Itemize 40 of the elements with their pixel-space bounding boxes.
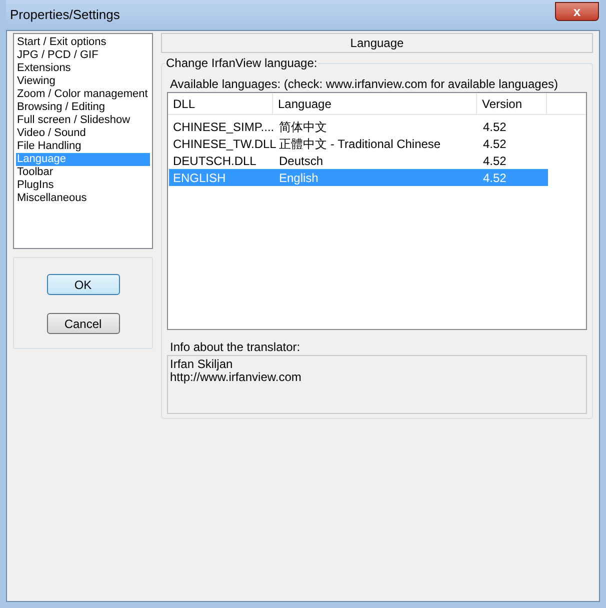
page-title: Language	[350, 35, 404, 52]
info-label: Info about the translator:	[169, 341, 302, 354]
category-item[interactable]: Full screen / Slideshow	[16, 114, 150, 127]
table-cell-text: 正體中文 - Traditional Chinese	[278, 136, 442, 152]
info-text: http://www.irfanview.com	[170, 371, 302, 384]
table-cell-text: 4.52	[482, 152, 508, 170]
category-item[interactable]: JPG / PCD / GIF	[16, 49, 150, 62]
column-header[interactable]: Version	[477, 93, 547, 114]
list-label: Available languages: (check: www.irfanview.com for available languages)	[169, 78, 559, 91]
info-text: Irfan Skiljan	[170, 358, 234, 371]
table-cell-text: 简体中文	[278, 118, 328, 136]
ok-button[interactable]: OK	[46, 274, 120, 295]
category-item[interactable]: PlugIns	[16, 179, 150, 192]
table-cell-text: 4.52	[482, 170, 508, 186]
column-header[interactable]: Language	[273, 93, 477, 114]
category-item[interactable]: Start / Exit options	[16, 36, 150, 49]
table-cell-text: Deutsch	[278, 152, 324, 170]
category-item[interactable]: Miscellaneous	[16, 192, 150, 205]
group-title: Change IrfanView language:	[165, 57, 318, 70]
table-cell-text: CHINESE_TW.DLL	[172, 136, 274, 152]
category-item[interactable]: Browsing / Editing	[16, 101, 150, 114]
table-cell-text: 4.52	[482, 136, 508, 152]
table-row[interactable]: DEUTSCH.DLL Deutsch 4.52	[169, 152, 548, 169]
table-row[interactable]: CHINESE_SIMP.... 简体中文 4.52	[169, 118, 548, 135]
column-header[interactable]: DLL	[168, 93, 273, 114]
category-item[interactable]: Viewing	[16, 75, 150, 88]
table-cell-text: ENGLISH	[172, 170, 227, 186]
category-item[interactable]: Video / Sound	[16, 127, 150, 140]
close-button[interactable]: x	[555, 2, 599, 20]
table-cell-text: English	[278, 170, 320, 186]
category-item[interactable]: Zoom / Color management	[16, 88, 150, 101]
table-row[interactable]: CHINESE_TW.DLL 正體中文 - Traditional Chinese 4.52	[169, 135, 548, 152]
category-item[interactable]: Extensions	[16, 62, 150, 75]
table-cell-text: DEUTSCH.DLL	[172, 152, 258, 170]
category-item[interactable]: Toolbar	[16, 166, 150, 179]
table-cell-text: CHINESE_SIMP....	[172, 118, 274, 136]
cancel-button[interactable]: Cancel	[46, 313, 120, 334]
window-title: Properties/Settings	[10, 6, 120, 24]
category-item[interactable]: File Handling	[16, 140, 150, 153]
table-cell-text: 4.52	[482, 118, 508, 136]
